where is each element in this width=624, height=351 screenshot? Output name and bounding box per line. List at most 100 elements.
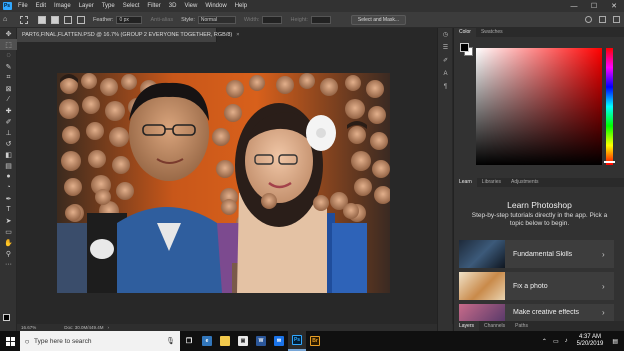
network-icon[interactable]: ▭ — [553, 338, 559, 345]
style-select[interactable]: Normal — [197, 15, 236, 24]
taskbar-clock[interactable]: 4:37 AM 5/20/2019 — [577, 334, 604, 348]
mail-icon[interactable]: ✉ — [270, 331, 288, 351]
height-input[interactable] — [310, 15, 331, 24]
learn-card-creative-effects[interactable]: Make creative effects › — [459, 304, 614, 321]
store-icon[interactable]: ▣ — [234, 331, 252, 351]
color-swatches[interactable] — [3, 314, 14, 325]
task-view-icon[interactable]: ❐ — [180, 331, 198, 351]
marquee-tool-icon[interactable]: ⬚ — [0, 39, 17, 50]
clock-date: 5/20/2019 — [576, 341, 604, 347]
tab-color[interactable]: Color — [454, 28, 476, 37]
intersect-selection-icon[interactable] — [77, 15, 85, 24]
lasso-tool-icon[interactable]: ◌ — [0, 50, 17, 61]
pen-tool-icon[interactable]: ✒ — [0, 193, 17, 204]
image-canvas[interactable] — [57, 73, 390, 293]
clone-stamp-tool-icon[interactable]: ⊥ — [0, 127, 17, 138]
foreground-color-swatch[interactable] — [3, 314, 10, 321]
tab-libraries[interactable]: Libraries — [477, 178, 506, 187]
history-panel-icon[interactable]: ◷ — [438, 28, 453, 41]
tab-paths[interactable]: Paths — [510, 321, 533, 331]
history-brush-tool-icon[interactable]: ↺ — [0, 138, 17, 149]
menu-window[interactable]: Window — [201, 3, 230, 9]
quick-select-tool-icon[interactable]: ✎ — [0, 61, 17, 72]
path-select-tool-icon[interactable]: ➤ — [0, 215, 17, 226]
gradient-tool-icon[interactable]: ▤ — [0, 160, 17, 171]
menu-filter[interactable]: Filter — [143, 3, 164, 9]
start-button[interactable] — [0, 331, 20, 351]
select-and-mask-button[interactable]: Select and Mask... — [350, 14, 407, 25]
card-thumbnail — [459, 304, 505, 321]
properties-panel-icon[interactable]: ☰ — [438, 41, 453, 54]
anti-alias-checkbox[interactable]: Anti-alias — [150, 17, 173, 23]
character-panel-icon[interactable]: A — [438, 67, 453, 80]
dodge-tool-icon[interactable]: ◔ — [0, 182, 17, 193]
document-info[interactable]: Doc: 30.0M/449.4M — [64, 325, 103, 330]
menu-file[interactable]: File — [14, 3, 32, 9]
search-icon[interactable] — [585, 16, 592, 23]
minimize-button[interactable]: — — [564, 0, 584, 12]
maximize-button[interactable]: ☐ — [584, 0, 604, 12]
status-arrow-icon[interactable]: › — [108, 325, 110, 330]
menu-edit[interactable]: Edit — [32, 3, 50, 9]
volume-icon[interactable]: ♪ — [565, 338, 568, 344]
color-picker-field[interactable] — [476, 48, 602, 165]
tab-layers[interactable]: Layers — [454, 321, 480, 331]
blur-tool-icon[interactable]: ● — [0, 171, 17, 182]
home-icon[interactable]: ⌂ — [3, 16, 15, 23]
word-icon[interactable]: W — [252, 331, 270, 351]
new-selection-icon[interactable] — [38, 15, 46, 24]
menu-image[interactable]: Image — [50, 3, 75, 9]
menu-select[interactable]: Select — [119, 3, 144, 9]
edge-icon[interactable]: e — [198, 331, 216, 351]
feather-input[interactable]: 0 px — [116, 15, 143, 24]
close-tab-icon[interactable]: × — [236, 32, 239, 38]
marquee-preset-icon[interactable] — [20, 15, 28, 24]
bridge-icon[interactable]: Br — [306, 331, 324, 351]
share-icon[interactable] — [613, 16, 620, 23]
tab-adjustments[interactable]: Adjustments — [506, 178, 544, 187]
crop-tool-icon[interactable]: ⌗ — [0, 72, 17, 83]
menu-3d[interactable]: 3D — [165, 3, 181, 9]
tab-learn[interactable]: Learn — [454, 178, 477, 187]
brush-panel-icon[interactable]: ✐ — [438, 54, 453, 67]
panel-foreground-swatch[interactable] — [460, 43, 469, 52]
document-tab[interactable]: PART6,FINAL,FLATTEN.PSD @ 16.7% (GROUP 2… — [17, 28, 239, 42]
options-bar: ⌂ Feather: 0 px Anti-alias Style: Normal… — [0, 12, 624, 28]
photoshop-taskbar-icon[interactable]: Ps — [288, 331, 306, 351]
brush-tool-icon[interactable]: ✐ — [0, 116, 17, 127]
tab-swatches[interactable]: Swatches — [476, 28, 508, 37]
workspace-icon[interactable] — [599, 16, 606, 23]
add-selection-icon[interactable] — [51, 15, 59, 24]
menu-layer[interactable]: Layer — [75, 3, 98, 9]
more-tools-icon[interactable]: ··· — [0, 259, 17, 270]
chevron-right-icon: › — [602, 249, 605, 259]
menu-type[interactable]: Type — [98, 3, 119, 9]
eraser-tool-icon[interactable]: ◧ — [0, 149, 17, 160]
healing-brush-tool-icon[interactable]: ✚ — [0, 105, 17, 116]
subtract-selection-icon[interactable] — [64, 15, 72, 24]
hand-tool-icon[interactable]: ✋ — [0, 237, 17, 248]
rectangle-tool-icon[interactable]: ▭ — [0, 226, 17, 237]
zoom-level[interactable]: 16.67% — [21, 325, 36, 330]
zoom-tool-icon[interactable]: ⚲ — [0, 248, 17, 259]
learn-card-fix-a-photo[interactable]: Fix a photo › — [459, 272, 614, 300]
menu-view[interactable]: View — [180, 3, 201, 9]
paragraph-panel-icon[interactable]: ¶ — [438, 80, 453, 93]
menu-help[interactable]: Help — [231, 3, 251, 9]
show-hidden-icons-icon[interactable]: ⌃ — [542, 338, 547, 345]
hue-slider[interactable] — [606, 48, 613, 165]
move-tool-icon[interactable]: ✥ — [0, 28, 17, 39]
tab-channels[interactable]: Channels — [479, 321, 510, 331]
taskbar-search-box[interactable]: ○ Type here to search 🎙 — [20, 331, 180, 351]
notifications-icon[interactable]: ▤ — [612, 338, 618, 345]
layers-panel-tabs: Layers Channels Paths — [454, 321, 624, 331]
width-input[interactable] — [262, 15, 283, 24]
type-tool-icon[interactable]: T — [0, 204, 17, 215]
file-explorer-icon[interactable] — [216, 331, 234, 351]
microphone-icon[interactable]: 🎙 — [166, 337, 175, 345]
close-button[interactable]: ✕ — [604, 0, 624, 12]
frame-tool-icon[interactable]: ⊠ — [0, 83, 17, 94]
hue-slider-marker[interactable] — [604, 161, 615, 164]
learn-card-fundamental-skills[interactable]: Fundamental Skills › — [459, 240, 614, 268]
eyedropper-tool-icon[interactable]: ⁄ — [0, 94, 17, 105]
